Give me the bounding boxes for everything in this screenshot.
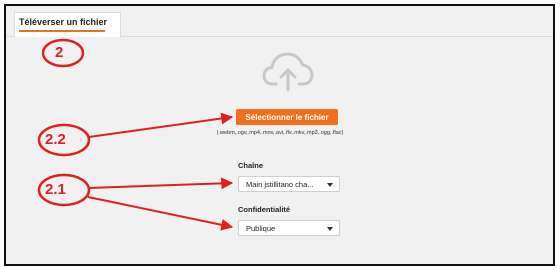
tab-upload-file-label: Téléverser un fichier: [19, 17, 108, 27]
annotation-label-2-1: 2.1: [45, 181, 66, 198]
annotation-label-2-2: 2.2: [45, 131, 66, 148]
tab-active-indicator: [19, 30, 105, 32]
privacy-label: Confidentialité: [238, 205, 291, 214]
annotation-label-2: 2: [55, 44, 64, 61]
tab-bar: Téléverser un fichier: [6, 6, 553, 37]
accepted-formats: (.webm,.ogv,.mp4,.mov,.avi,.flv,.mkv,.mp…: [216, 130, 344, 136]
privacy-select[interactable]: Publique: [238, 220, 340, 236]
chevron-down-icon: [327, 227, 333, 231]
select-file-button[interactable]: Sélectionner le fichier: [236, 109, 338, 125]
chevron-down-icon: [327, 183, 333, 187]
channel-label: Chaîne: [238, 161, 264, 170]
tab-upload-file[interactable]: Téléverser un fichier: [14, 12, 121, 37]
channel-select[interactable]: Main jstillitano cha...: [238, 176, 340, 192]
channel-select-value: Main jstillitano cha...: [246, 179, 314, 189]
cloud-upload-icon[interactable]: [262, 50, 314, 92]
privacy-select-value: Publique: [246, 223, 276, 233]
